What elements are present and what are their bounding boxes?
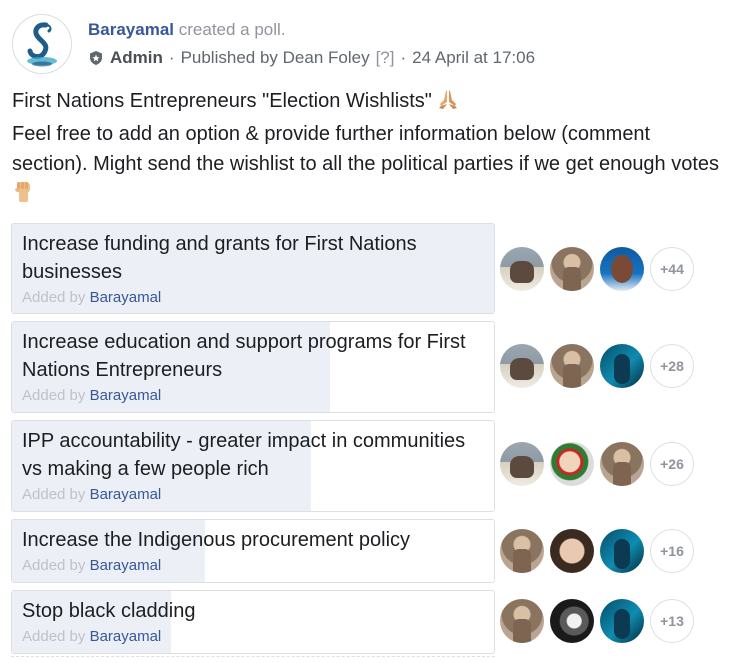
added-by-line: Added by Barayamal <box>22 386 484 406</box>
added-by-link[interactable]: Barayamal <box>90 289 162 306</box>
separator-dot: · <box>168 48 175 67</box>
swan-logo-icon <box>15 17 69 71</box>
voter-avatar[interactable] <box>500 529 544 573</box>
separator-dot: · <box>400 48 407 67</box>
added-by-link[interactable]: Barayamal <box>90 387 162 404</box>
admin-badge: Admin <box>88 48 163 68</box>
poll-option-label: Stop black cladding <box>22 600 196 622</box>
added-by-link[interactable]: Barayamal <box>90 557 162 574</box>
post-body-text: Feel free to add an option & provide fur… <box>12 123 720 175</box>
post-byline: Barayamal created a poll. <box>88 20 286 40</box>
poll-option-box[interactable]: Increase education and support programs … <box>11 321 495 413</box>
voter-avatars: +44 <box>500 247 694 291</box>
poll-option-box[interactable]: Increase funding and grants for First Na… <box>11 223 495 314</box>
voter-avatar[interactable] <box>550 344 594 388</box>
post-meta: Admin · Published by Dean Foley [?] · 24… <box>88 48 535 68</box>
page-avatar-logo[interactable] <box>12 14 72 74</box>
poll-option-box[interactable]: Increase the Indigenous procurement poli… <box>11 519 495 583</box>
praying-hands-icon <box>437 88 459 119</box>
voter-avatars: +26 <box>500 442 694 486</box>
more-voters-button[interactable]: +44 <box>650 247 694 291</box>
added-by-link[interactable]: Barayamal <box>90 628 162 645</box>
added-by-line: Added by Barayamal <box>22 485 484 505</box>
poll-option-label: IPP accountability - greater impact in c… <box>22 430 466 480</box>
more-voters-button[interactable]: +16 <box>650 529 694 573</box>
added-by-prefix: Added by <box>22 486 86 503</box>
page-name-link[interactable]: Barayamal <box>88 20 174 39</box>
added-by-prefix: Added by <box>22 557 86 574</box>
more-voters-button[interactable]: +26 <box>650 442 694 486</box>
raised-fist-icon <box>12 179 34 212</box>
voter-avatars: +13 <box>500 599 694 643</box>
voter-avatar[interactable] <box>550 442 594 486</box>
added-by-line: Added by Barayamal <box>22 627 484 647</box>
more-voters-button[interactable]: +13 <box>650 599 694 643</box>
admin-label: Admin <box>110 48 163 67</box>
voter-avatars: +16 <box>500 529 694 573</box>
voter-avatar[interactable] <box>600 247 644 291</box>
shield-icon <box>90 51 102 65</box>
poll-option-box[interactable]: IPP accountability - greater impact in c… <box>11 420 495 512</box>
voter-avatar[interactable] <box>600 529 644 573</box>
added-by-line: Added by Barayamal <box>22 556 484 576</box>
voter-avatar[interactable] <box>500 442 544 486</box>
voter-avatar[interactable] <box>500 599 544 643</box>
voter-avatar[interactable] <box>600 599 644 643</box>
post-action: created a poll. <box>178 20 286 39</box>
post-text: First Nations Entrepreneurs "Election Wi… <box>12 86 730 212</box>
added-by-prefix: Added by <box>22 387 86 404</box>
more-voters-button[interactable]: +28 <box>650 344 694 388</box>
poll-option-label: Increase funding and grants for First Na… <box>22 233 417 283</box>
help-link[interactable]: [?] <box>376 48 395 68</box>
voter-avatar[interactable] <box>500 344 544 388</box>
poll-option-label: Increase education and support programs … <box>22 331 466 381</box>
added-by-line: Added by Barayamal <box>22 288 484 308</box>
voter-avatar[interactable] <box>500 247 544 291</box>
post-title-line: First Nations Entrepreneurs "Election Wi… <box>12 86 730 119</box>
added-by-prefix: Added by <box>22 628 86 645</box>
post-body: Feel free to add an option & provide fur… <box>12 119 730 212</box>
added-by-link[interactable]: Barayamal <box>90 486 162 503</box>
voter-avatar[interactable] <box>550 247 594 291</box>
poll-option-label: Increase the Indigenous procurement poli… <box>22 529 411 551</box>
published-by[interactable]: Published by Dean Foley <box>181 48 370 68</box>
added-by-prefix: Added by <box>22 289 86 306</box>
voter-avatar[interactable] <box>550 599 594 643</box>
poll-option-box[interactable]: Stop black cladding Added by Barayamal <box>11 590 495 654</box>
voter-avatar[interactable] <box>600 344 644 388</box>
voter-avatar[interactable] <box>600 442 644 486</box>
voter-avatars: +28 <box>500 344 694 388</box>
voter-avatar[interactable] <box>550 529 594 573</box>
post-title: First Nations Entrepreneurs "Election Wi… <box>12 90 432 112</box>
post-timestamp[interactable]: 24 April at 17:06 <box>412 48 535 68</box>
